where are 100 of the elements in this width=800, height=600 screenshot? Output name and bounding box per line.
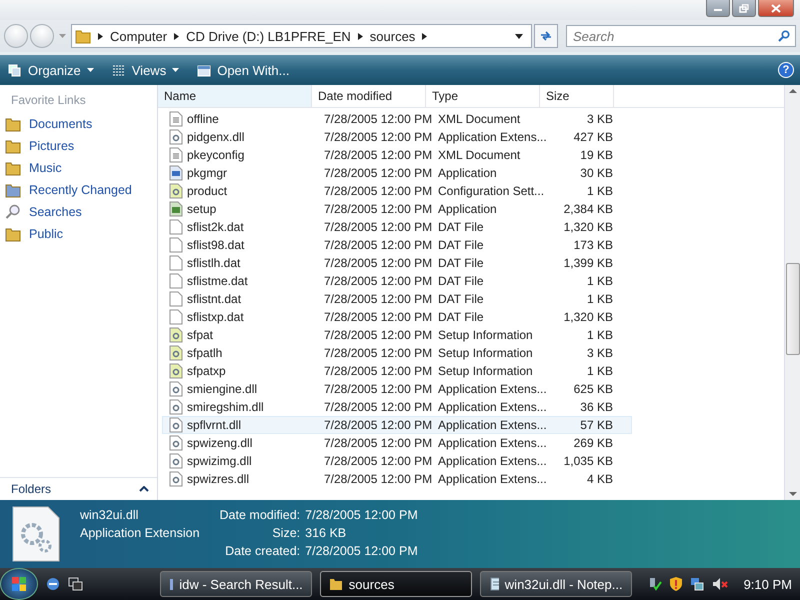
gear-file-icon	[169, 417, 183, 433]
file-name: win32ui.dll	[80, 508, 140, 522]
start-button[interactable]	[0, 568, 38, 600]
taskbar-button[interactable]: sources	[320, 571, 472, 597]
file-row[interactable]: pkgmgr 7/28/2005 12:00 PM Application 30 KB	[162, 164, 632, 182]
folder-icon	[75, 28, 91, 44]
file-row[interactable]: setup 7/28/2005 12:00 PM Application 2,384 KB	[162, 200, 632, 218]
switch-windows-icon[interactable]	[68, 577, 84, 591]
toolbar-button[interactable]: Views	[110, 60, 182, 80]
shield-warning-icon[interactable]	[670, 577, 682, 591]
file-row[interactable]: pkeyconfig 7/28/2005 12:00 PM XML Document 19 KB	[162, 146, 632, 164]
file-row[interactable]: sflistme.dat 7/28/2005 12:00 PM DAT File 1 KB	[162, 272, 632, 290]
search-field[interactable]: Search	[566, 25, 796, 47]
restore-button[interactable]	[732, 0, 756, 17]
favorite-link[interactable]: Pictures	[0, 135, 157, 157]
file-row[interactable]: spwizeng.dll 7/28/2005 12:00 PM Application Extens... 269 KB	[162, 434, 632, 452]
xml-file-icon	[169, 111, 183, 127]
file-row[interactable]: smiengine.dll 7/28/2005 12:00 PM Application Extens... 625 KB	[162, 380, 632, 398]
file-row[interactable]: sfpat 7/28/2005 12:00 PM Setup Information 1 KB	[162, 326, 632, 344]
toolbar-button[interactable]: Organize	[6, 60, 96, 80]
breadcrumb[interactable]: sources	[370, 28, 416, 44]
folder-icon	[5, 226, 21, 242]
table-cell-text: 1 KB	[586, 328, 614, 342]
file-row[interactable]: sflist2k.dat 7/28/2005 12:00 PM DAT File 1,320 KB	[162, 218, 632, 236]
table-cell-text: Application Extens...	[437, 418, 547, 432]
gear-file-icon	[169, 345, 183, 361]
dropdown-arrow-icon[interactable]	[515, 34, 523, 38]
table-cell-text: 7/28/2005 12:00 PM	[323, 346, 433, 360]
table-cell-text: 173 KB	[572, 238, 614, 252]
column-header[interactable]: Name	[158, 85, 312, 107]
table-cell: product	[163, 183, 319, 199]
file-row[interactable]: sfpatxp 7/28/2005 12:00 PM Setup Information 1 KB	[162, 362, 632, 380]
favorite-link[interactable]: Public	[0, 223, 157, 245]
table-cell: offline	[163, 111, 319, 127]
help-button[interactable]: ?	[778, 62, 794, 78]
address-bar[interactable]: Computer CD Drive (D:) LB1PFRE_EN sources	[71, 24, 532, 48]
table-cell-text: 36 KB	[579, 400, 614, 414]
table-cell-text: 1,320 KB	[562, 310, 614, 324]
table-cell-text: 7/28/2005 12:00 PM	[323, 202, 433, 216]
table-cell-text: 7/28/2005 12:00 PM	[323, 364, 433, 378]
refresh-button[interactable]	[534, 24, 558, 48]
table-cell-text: 7/28/2005 12:00 PM	[323, 292, 433, 306]
favorite-link[interactable]: Music	[0, 157, 157, 179]
blank-file-icon	[169, 273, 183, 289]
favorite-link[interactable]: Documents	[0, 113, 157, 135]
favorite-link[interactable]: Searches	[0, 201, 157, 223]
file-row[interactable]: sfpatlh 7/28/2005 12:00 PM Setup Information 3 KB	[162, 344, 632, 362]
speaker-muted-icon[interactable]	[712, 577, 728, 591]
favorite-link[interactable]: Recently Changed	[0, 179, 157, 201]
taskbar-button[interactable]: idw - Search Result...	[160, 571, 312, 597]
table-cell: sfpat	[163, 327, 319, 343]
file-row[interactable]: smiregshim.dll 7/28/2005 12:00 PM Application Extens... 36 KB	[162, 398, 632, 416]
table-cell-text: 1,035 KB	[562, 454, 614, 468]
scrollbar[interactable]	[784, 85, 800, 500]
file-row[interactable]: offline 7/28/2005 12:00 PM XML Document 3 KB	[162, 110, 632, 128]
close-button[interactable]	[758, 0, 794, 17]
close-icon	[771, 4, 781, 12]
file-row[interactable]: spwizimg.dll 7/28/2005 12:00 PM Application Extens... 1,035 KB	[162, 452, 632, 470]
file-row[interactable]: sflistnt.dat 7/28/2005 12:00 PM DAT File 1 KB	[162, 290, 632, 308]
table-cell-text: DAT File	[437, 256, 485, 270]
gear-file-icon	[169, 381, 183, 397]
table-cell-text: XML Document	[437, 112, 522, 126]
table-cell-text: 7/28/2005 12:00 PM	[323, 256, 433, 270]
table-cell: sflist2k.dat	[163, 219, 319, 235]
taskbar-button[interactable]: win32ui.dll - Notep...	[480, 571, 632, 597]
file-row[interactable]: sflistxp.dat 7/28/2005 12:00 PM DAT File 1,320 KB	[162, 308, 632, 326]
table-cell-text: Application	[437, 202, 498, 216]
table-cell: sflistlh.dat	[163, 255, 319, 271]
minimize-button[interactable]	[706, 0, 730, 17]
detail-label: Size:	[271, 526, 300, 540]
table-cell-text: Setup Information	[437, 328, 534, 342]
table-cell-text: 1,320 KB	[562, 220, 614, 234]
file-row[interactable]: sflistlh.dat 7/28/2005 12:00 PM DAT File 1,399 KB	[162, 254, 632, 272]
file-row[interactable]: product 7/28/2005 12:00 PM Configuration Sett... 1 KB	[162, 182, 632, 200]
clock[interactable]: 9:10 PM	[744, 576, 792, 592]
organize-icon	[8, 64, 22, 76]
column-header[interactable]: Size	[540, 85, 614, 107]
chevron-up-icon	[139, 486, 149, 492]
table-cell: sfpatxp	[163, 363, 319, 379]
toolbar-button[interactable]: Open With...	[195, 60, 292, 80]
folder-icon	[5, 138, 21, 154]
table-cell-text: 7/28/2005 12:00 PM	[323, 328, 433, 342]
scrollbar-thumb[interactable]	[786, 263, 800, 355]
file-row-hovered[interactable]: spflvrnt.dll 7/28/2005 12:00 PM Application Extens... 57 KB	[162, 416, 632, 434]
file-row[interactable]: sflist98.dat 7/28/2005 12:00 PM DAT File 173 KB	[162, 236, 632, 254]
network-check-icon[interactable]	[648, 577, 662, 591]
table-cell-text: 7/28/2005 12:00 PM	[323, 238, 433, 252]
table-cell-text: 7/28/2005 12:00 PM	[323, 382, 433, 396]
column-header[interactable]: Date modified	[312, 85, 426, 107]
table-cell-text: XML Document	[437, 148, 522, 162]
magnifier-icon	[5, 204, 21, 220]
table-cell-text: Application	[437, 166, 498, 180]
breadcrumb[interactable]: Computer	[110, 28, 168, 44]
column-header[interactable]: Type	[426, 85, 540, 107]
table-cell-text: DAT File	[437, 310, 485, 324]
breadcrumb[interactable]: CD Drive (D:) LB1PFRE_EN	[186, 28, 351, 44]
network-icon[interactable]	[690, 577, 704, 591]
blank-file-icon	[169, 291, 183, 307]
file-row[interactable]: pidgenx.dll 7/28/2005 12:00 PM Application Extens... 427 KB	[162, 128, 632, 146]
file-row[interactable]: spwizres.dll 7/28/2005 12:00 PM Application Extens... 4 KB	[162, 470, 632, 488]
